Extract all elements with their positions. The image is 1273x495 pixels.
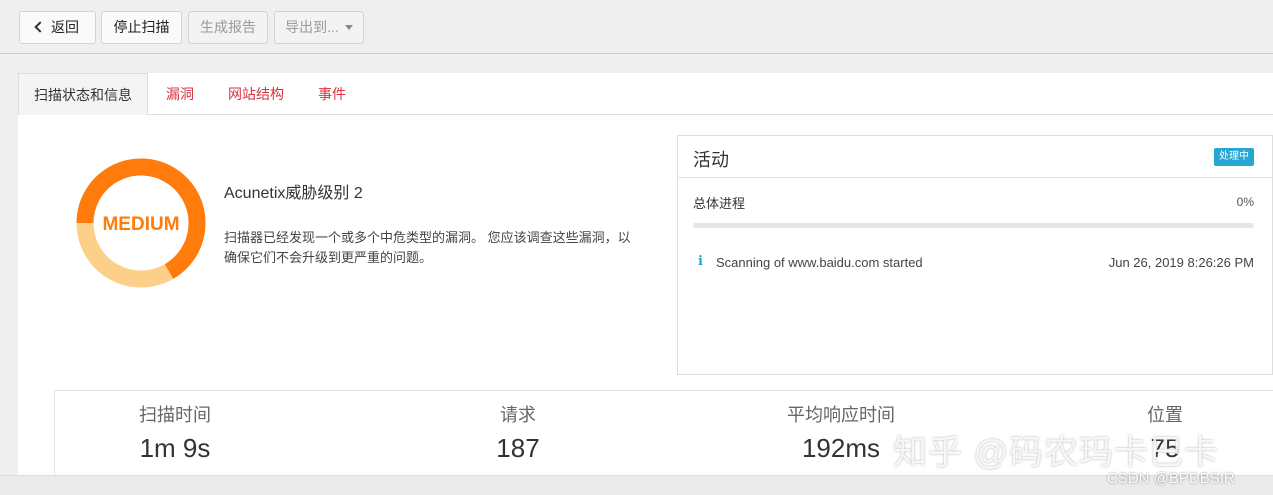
- threat-level-gauge: MEDIUM: [76, 158, 206, 288]
- export-dropdown-button[interactable]: 导出到...: [274, 11, 364, 44]
- stat-label: 平均响应时间: [787, 405, 895, 425]
- export-button-label: 导出到...: [285, 19, 339, 35]
- caret-down-icon: [344, 25, 353, 30]
- stat-scan-time: 扫描时间 1m 9s: [75, 391, 275, 464]
- stat-label: 扫描时间: [139, 405, 211, 425]
- tab-vulnerabilities[interactable]: 漏洞: [166, 73, 194, 115]
- stat-label: 请求: [500, 405, 536, 425]
- stat-label: 位置: [1147, 405, 1183, 425]
- progress-bar: [693, 223, 1254, 228]
- stat-requests: 请求 187: [418, 391, 618, 464]
- threat-description: 扫描器已经发现一个或多个中危类型的漏洞。 您应该调查这些漏洞，以确保它们不会升级…: [224, 230, 631, 265]
- threat-level-text: MEDIUM: [102, 214, 179, 235]
- log-message: Scanning of www.baidu.com started: [716, 255, 923, 270]
- back-button-label: 返回: [51, 19, 79, 35]
- log-timestamp: Jun 26, 2019 8:26:26 PM: [1108, 255, 1254, 270]
- stat-value: 187: [496, 433, 540, 463]
- status-badge: 处理中: [1214, 148, 1254, 166]
- activity-header: 活动 处理中: [678, 136, 1272, 178]
- bottom-strip: [0, 475, 1273, 495]
- info-icon: i: [698, 254, 703, 269]
- generate-report-button[interactable]: 生成报告: [188, 11, 268, 44]
- toolbar: 返回 停止扫描 生成报告 导出到...: [0, 0, 1273, 54]
- zhihu-watermark: 知乎 @码农玛卡巴卡: [893, 434, 1219, 472]
- tab-bar: 扫描状态和信息 漏洞 网站结构 事件: [18, 73, 1273, 116]
- tab-scan-status[interactable]: 扫描状态和信息: [18, 73, 148, 116]
- threat-level-title: Acunetix威胁级别 2: [224, 185, 363, 202]
- back-button[interactable]: 返回: [19, 11, 96, 44]
- tab-events[interactable]: 事件: [318, 73, 346, 115]
- chevron-left-icon: [34, 21, 46, 33]
- tab-site-structure[interactable]: 网站结构: [228, 73, 284, 115]
- activity-box: 活动 处理中 总体进程 0% i Scanning of www.baidu.c…: [677, 135, 1273, 375]
- csdn-watermark: CSDN @BPDBSIR: [1107, 470, 1235, 487]
- overall-progress-value: 0%: [1236, 195, 1254, 209]
- stat-value: 1m 9s: [139, 433, 211, 463]
- stop-scan-button[interactable]: 停止扫描: [101, 11, 182, 44]
- activity-title: 活动: [693, 150, 729, 170]
- overall-progress-label: 总体进程: [693, 196, 746, 211]
